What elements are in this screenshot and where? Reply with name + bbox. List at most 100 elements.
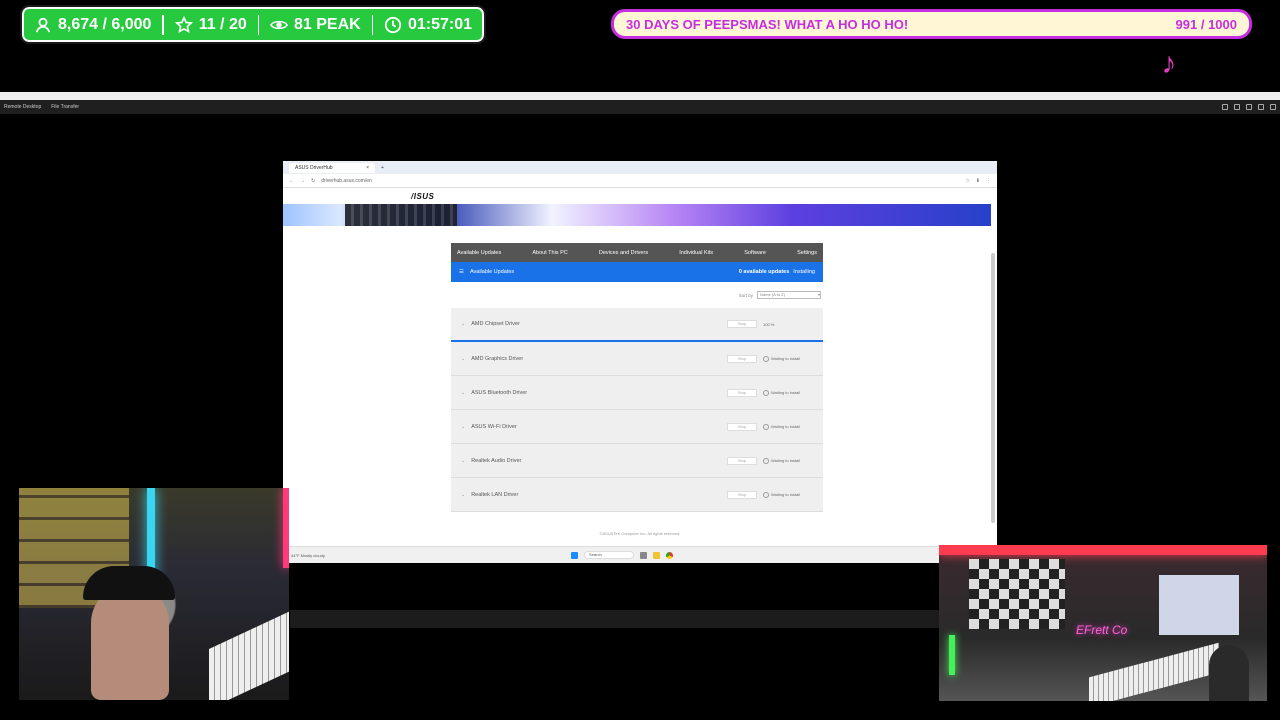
fullscreen-icon[interactable]: [1270, 104, 1276, 110]
tab-individual-kits[interactable]: Individual Kits: [679, 250, 713, 256]
driver-status: 100 %: [763, 321, 775, 327]
driver-status: Waiting to install: [763, 424, 813, 430]
driver-status: Waiting to install: [763, 492, 813, 498]
new-tab-icon[interactable]: +: [381, 165, 384, 171]
star-icon: [174, 15, 193, 33]
stat-followers: 8,674 / 6,000: [34, 16, 151, 34]
stat-subs-value: 11 / 20: [198, 15, 247, 33]
streamer: [1209, 645, 1249, 701]
page-footer: ©ASUSTeK Computer Inc. All rights reserv…: [599, 531, 681, 536]
driver-stop-button[interactable]: Stop: [727, 456, 757, 465]
stats-divider: [162, 14, 164, 35]
page-scrollbar[interactable]: [991, 253, 995, 523]
chevron-down-icon[interactable]: ⌄: [461, 356, 465, 362]
chevron-down-icon[interactable]: ⌄: [461, 492, 465, 498]
url-field[interactable]: driverhub.asus.com/en: [321, 178, 959, 184]
sort-label: Sort by: [738, 292, 753, 298]
led-strip: [949, 635, 955, 675]
browser-address-bar: ← → ↻ driverhub.asus.com/en ☆ ⬇ ⋮: [283, 174, 997, 188]
menu-icon[interactable]: ⋮: [986, 178, 991, 184]
driver-stop-button[interactable]: Stop: [727, 490, 757, 499]
close-tab-icon[interactable]: ×: [366, 165, 369, 171]
tab-available-updates[interactable]: Available Updates: [457, 250, 501, 256]
back-icon[interactable]: ←: [289, 178, 294, 184]
stat-uptime: 01:57:01: [384, 16, 472, 34]
driver-row[interactable]: ⌄ Realtek Audio Driver Stop Waiting to i…: [451, 444, 823, 478]
driver-row[interactable]: ⌄ AMD Graphics Driver Stop Waiting to in…: [451, 342, 823, 376]
goal-progress: 991 / 1000: [1175, 16, 1237, 32]
webcam-room: EFrett Co: [939, 545, 1267, 701]
chevron-down-icon[interactable]: ⌄: [461, 321, 465, 327]
driverhub-app: Available Updates About This PC Devices …: [451, 243, 823, 512]
weather-widget[interactable]: 44°F Mostly cloudy: [291, 553, 325, 558]
driver-row[interactable]: ⌄ ASUS Wi-Fi Driver Stop Waiting to inst…: [451, 410, 823, 444]
list-icon: ☰: [459, 269, 464, 275]
stat-subs: 11 / 20: [174, 15, 247, 34]
task-view-icon[interactable]: [640, 551, 647, 559]
browser-tab-bar: ASUS DriverHub × +: [283, 161, 997, 174]
neon-sign: EFrett Co: [1076, 623, 1128, 637]
keyboard-piano: [209, 607, 289, 700]
driver-stop-button[interactable]: Stop: [727, 388, 757, 397]
chrome-icon[interactable]: [666, 551, 673, 559]
driver-name: AMD Graphics Driver: [471, 355, 524, 362]
windows-start-icon[interactable]: [571, 551, 578, 559]
driver-name: Realtek Audio Driver: [471, 457, 522, 464]
chevron-down-icon: ▾: [817, 292, 820, 297]
file-explorer-icon[interactable]: [653, 551, 660, 559]
stream-goal-bar: 30 DAYS OF PEEPSMAS! WHAT A HO HO HO! 99…: [611, 9, 1252, 39]
tab-about-this-pc[interactable]: About This PC: [532, 250, 567, 256]
led-strip: [939, 545, 1267, 555]
stat-followers-value: 8,674 / 6,000: [58, 15, 152, 33]
tab-devices-and-drivers[interactable]: Devices and Drivers: [599, 250, 648, 256]
driver-stop-button[interactable]: Stop: [727, 320, 757, 328]
driver-status: Waiting to install: [763, 356, 813, 362]
display-icon[interactable]: [1234, 104, 1240, 110]
browser-tab-title: ASUS DriverHub: [295, 164, 333, 171]
stat-peak-value: 81 PEAK: [294, 15, 361, 33]
keyboard-icon[interactable]: [1258, 104, 1264, 110]
motherboard-image: [345, 204, 457, 226]
driver-row[interactable]: ⌄ Realtek LAN Driver Stop Waiting to ins…: [451, 478, 823, 512]
menu-file-transfer[interactable]: File Transfer: [51, 104, 79, 110]
chevron-down-icon[interactable]: ⌄: [461, 424, 465, 430]
download-icon[interactable]: ⬇: [976, 178, 980, 184]
remote-screen: ASUS DriverHub × + ← → ↻ driverhub.asus.…: [283, 161, 997, 563]
driver-stop-button[interactable]: Stop: [727, 422, 757, 431]
driver-row[interactable]: ⌄ ASUS Bluetooth Driver Stop Waiting to …: [451, 376, 823, 410]
sort-value: Name (A to Z): [760, 292, 785, 297]
user-icon: [35, 17, 51, 32]
chevron-down-icon[interactable]: ⌄: [461, 390, 465, 396]
driver-status: Waiting to install: [763, 390, 813, 396]
stream-stats-bar: 8,674 / 6,000 11 / 20 81 PEAK 01:57:01: [20, 5, 486, 44]
led-strip: [283, 488, 289, 568]
stats-divider: [257, 14, 259, 35]
driver-row[interactable]: ⌄ AMD Chipset Driver Stop 100 %: [451, 308, 823, 342]
taskbar-search[interactable]: Search: [584, 551, 634, 559]
taskbar-center: Search: [571, 551, 673, 559]
driver-name: ASUS Wi-Fi Driver: [471, 423, 517, 430]
tab-settings[interactable]: Settings: [797, 250, 817, 256]
settings-icon[interactable]: [1222, 104, 1228, 110]
stat-uptime-value: 01:57:01: [407, 15, 473, 33]
driver-stop-button[interactable]: Stop: [727, 354, 757, 363]
reload-icon[interactable]: ↻: [311, 178, 315, 184]
chevron-down-icon[interactable]: ⌄: [461, 458, 465, 464]
sort-select[interactable]: Name (A to Z) ▾: [757, 291, 821, 299]
menu-remote-desktop[interactable]: Remote Desktop: [4, 104, 41, 110]
acoustic-panels: [969, 559, 1065, 629]
chat-icon[interactable]: [1246, 104, 1252, 110]
driver-status: Waiting to install: [763, 458, 813, 464]
remote-menu-bar: Remote Desktop File Transfer: [0, 100, 1280, 114]
forward-icon[interactable]: →: [300, 178, 305, 184]
browser-tab[interactable]: ASUS DriverHub ×: [289, 162, 375, 173]
bookmark-icon[interactable]: ☆: [965, 178, 969, 184]
stream-frame: 8,674 / 6,000 11 / 20 81 PEAK 01:57:01 3…: [0, 0, 1280, 720]
eye-icon: [270, 20, 288, 29]
driver-name: AMD Chipset Driver: [471, 321, 520, 327]
stat-peak: 81 PEAK: [270, 16, 361, 34]
keyboard-piano: [1089, 642, 1219, 701]
tab-software[interactable]: Software: [744, 250, 766, 256]
remote-toolbar-icons: [1222, 104, 1276, 110]
streamer-hat: [83, 566, 175, 600]
